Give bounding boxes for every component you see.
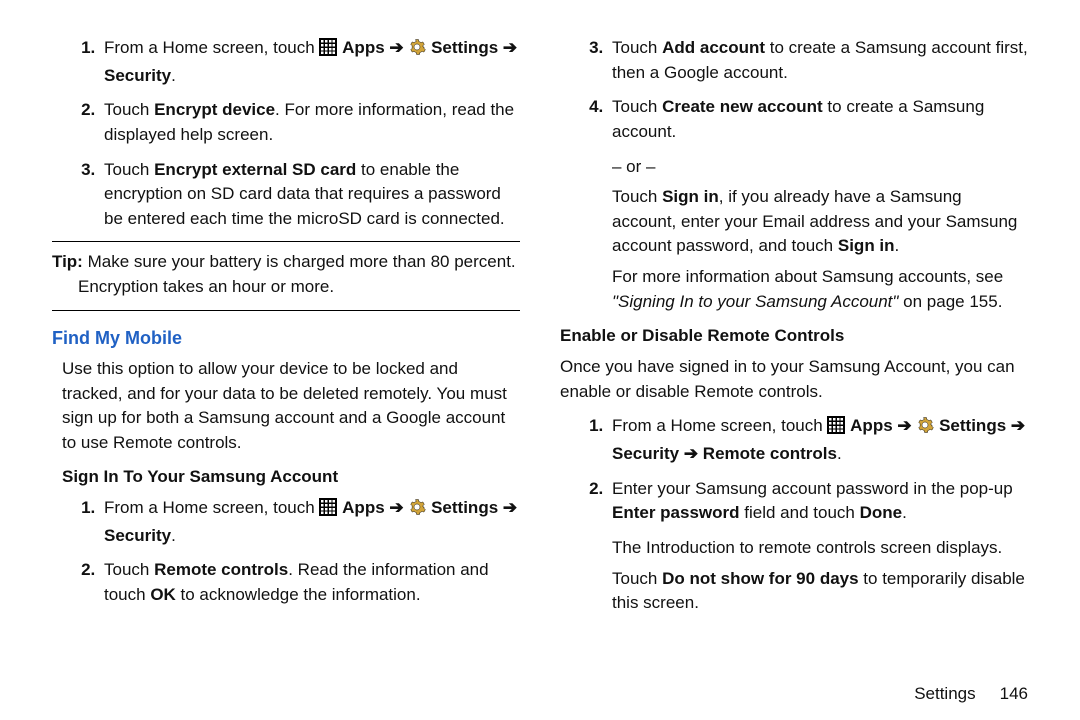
- text: .: [895, 236, 900, 255]
- manual-page: From a Home screen, touch Apps ➔ Setting…: [0, 0, 1080, 720]
- apps-grid-icon: [319, 38, 337, 64]
- step-2: Touch Remote controls. Read the informat…: [100, 558, 520, 607]
- after-steps: The Introduction to remote controls scre…: [612, 536, 1028, 616]
- right-column: Touch Add account to create a Samsung ac…: [560, 36, 1028, 676]
- tip-label: Tip:: [52, 252, 83, 271]
- text: Touch: [612, 187, 662, 206]
- divider: [52, 310, 520, 311]
- or-block: – or – Touch Sign in, if you already hav…: [612, 155, 1028, 315]
- apps-label: Apps: [342, 498, 385, 517]
- remote-controls-label: Remote controls: [154, 560, 288, 579]
- tip-paragraph: Tip: Make sure your battery is charged m…: [52, 250, 520, 299]
- arrow: ➔: [389, 38, 408, 57]
- text: From a Home screen, touch: [612, 416, 827, 435]
- step-1: From a Home screen, touch Apps ➔ Setting…: [608, 414, 1028, 466]
- text: From a Home screen, touch: [104, 498, 319, 517]
- two-column-layout: From a Home screen, touch Apps ➔ Setting…: [52, 36, 1028, 676]
- tip-text: Make sure your battery is charged more t…: [78, 252, 516, 296]
- settings-gear-icon: [408, 498, 426, 524]
- subhead-sign-in: Sign In To Your Samsung Account: [62, 465, 520, 490]
- text: For more information about Samsung accou…: [612, 267, 1003, 286]
- section-heading-find-my-mobile: Find My Mobile: [52, 325, 520, 351]
- text: .: [171, 66, 176, 85]
- find-my-mobile-intro: Use this option to allow your device to …: [62, 357, 520, 456]
- encrypt-sd-label: Encrypt external SD card: [154, 160, 356, 179]
- sign-in-label: Sign in: [662, 187, 719, 206]
- security-label: Security: [612, 444, 679, 463]
- more-info-paragraph: For more information about Samsung accou…: [612, 265, 1028, 314]
- done-label: Done: [860, 503, 903, 522]
- footer-page-number: 146: [1000, 684, 1028, 703]
- arrow: ➔: [503, 498, 517, 517]
- remote-intro: Once you have signed in to your Samsung …: [560, 355, 1028, 404]
- text: to acknowledge the information.: [176, 585, 421, 604]
- apps-grid-icon: [827, 416, 845, 442]
- text: Touch: [612, 38, 662, 57]
- do-not-show-label: Do not show for 90 days: [662, 569, 858, 588]
- step-4: Touch Create new account to create a Sam…: [608, 95, 1028, 144]
- security-label: Security: [104, 66, 171, 85]
- arrow: ➔: [503, 38, 517, 57]
- encrypt-device-label: Encrypt device: [154, 100, 275, 119]
- arrow: ➔: [1011, 416, 1025, 435]
- settings-label: Settings: [431, 38, 498, 57]
- sign-in-label: Sign in: [838, 236, 895, 255]
- text: Touch: [104, 100, 154, 119]
- arrow: ➔: [897, 416, 916, 435]
- text: From a Home screen, touch: [104, 38, 319, 57]
- sign-in-paragraph: Touch Sign in, if you already have a Sam…: [612, 185, 1028, 259]
- text: Touch: [104, 160, 154, 179]
- text: field and touch: [740, 503, 860, 522]
- footer-section: Settings: [914, 684, 975, 703]
- step-1: From a Home screen, touch Apps ➔ Setting…: [100, 496, 520, 548]
- apps-grid-icon: [319, 498, 337, 524]
- text: .: [837, 444, 842, 463]
- enter-password-label: Enter password: [612, 503, 740, 522]
- sign-in-steps: From a Home screen, touch Apps ➔ Setting…: [52, 496, 520, 608]
- text: Touch: [104, 560, 154, 579]
- apps-label: Apps: [342, 38, 385, 57]
- remote-controls-label: Remote controls: [703, 444, 837, 463]
- cross-ref-page: on page 155.: [898, 292, 1002, 311]
- ok-label: OK: [150, 585, 176, 604]
- add-account-label: Add account: [662, 38, 765, 57]
- step-2: Touch Encrypt device. For more informati…: [100, 98, 520, 147]
- step-2: Enter your Samsung account password in t…: [608, 477, 1028, 526]
- text: .: [171, 526, 176, 545]
- page-footer: Settings 146: [52, 682, 1028, 707]
- step-3: Touch Encrypt external SD card to enable…: [100, 158, 520, 232]
- settings-label: Settings: [431, 498, 498, 517]
- security-label: Security: [104, 526, 171, 545]
- encryption-steps: From a Home screen, touch Apps ➔ Setting…: [52, 36, 520, 231]
- account-steps: Touch Add account to create a Samsung ac…: [560, 36, 1028, 145]
- divider: [52, 241, 520, 242]
- intro-screen-text: The Introduction to remote controls scre…: [612, 536, 1028, 561]
- or-text: – or –: [612, 155, 1028, 180]
- remote-steps: From a Home screen, touch Apps ➔ Setting…: [560, 414, 1028, 526]
- arrow: ➔: [389, 498, 408, 517]
- text: Touch: [612, 569, 662, 588]
- create-account-label: Create new account: [662, 97, 823, 116]
- apps-label: Apps: [850, 416, 893, 435]
- settings-label: Settings: [939, 416, 1006, 435]
- settings-gear-icon: [916, 416, 934, 442]
- disable-screen-text: Touch Do not show for 90 days to tempora…: [612, 567, 1028, 616]
- step-1: From a Home screen, touch Apps ➔ Setting…: [100, 36, 520, 88]
- text: Enter your Samsung account password in t…: [612, 479, 1013, 498]
- subhead-remote-controls: Enable or Disable Remote Controls: [560, 324, 1028, 349]
- cross-ref-title: "Signing In to your Samsung Account": [612, 292, 898, 311]
- step-3: Touch Add account to create a Samsung ac…: [608, 36, 1028, 85]
- text: Touch: [612, 97, 662, 116]
- arrow: ➔: [684, 444, 703, 463]
- settings-gear-icon: [408, 38, 426, 64]
- text: .: [902, 503, 907, 522]
- left-column: From a Home screen, touch Apps ➔ Setting…: [52, 36, 520, 676]
